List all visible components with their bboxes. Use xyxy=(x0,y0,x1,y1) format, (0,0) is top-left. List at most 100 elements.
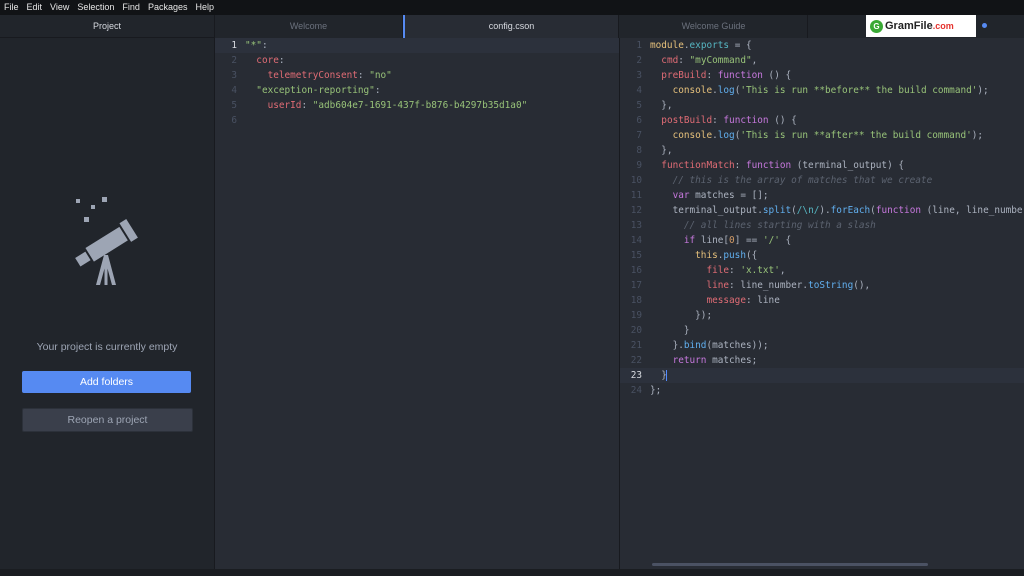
line-number: 8 xyxy=(636,145,642,156)
code-line: 4 console.log('This is run **before** th… xyxy=(620,83,1024,98)
text-cursor xyxy=(665,370,667,381)
code-text: message: line xyxy=(706,295,780,306)
line-number: 3 xyxy=(636,70,642,81)
project-panel-title[interactable]: Project xyxy=(0,15,214,38)
code-line: 4 "exception-reporting": xyxy=(215,83,619,98)
code-line: 3 preBuild: function () { xyxy=(620,68,1024,83)
menu-edit[interactable]: Edit xyxy=(23,0,47,15)
code-line: 13 // all lines starting with a slash xyxy=(620,218,1024,233)
code-line: 16 file: 'x.txt', xyxy=(620,263,1024,278)
code-text: file: 'x.txt', xyxy=(706,265,786,276)
code-line: 5 userId: "adb604e7-1691-437f-b876-b4297… xyxy=(215,98,619,113)
code-line: 11 var matches = []; xyxy=(620,188,1024,203)
code-line: 19 }); xyxy=(620,308,1024,323)
watermark-suffix: .com xyxy=(932,21,954,31)
code-text: console.log('This is run **after** the b… xyxy=(672,130,984,141)
code-line: 8 }, xyxy=(620,143,1024,158)
line-number: 4 xyxy=(636,85,642,96)
line-number: 3 xyxy=(231,70,237,81)
code-line: 3 telemetryConsent: "no" xyxy=(215,68,619,83)
line-number: 13 xyxy=(630,220,642,231)
code-text: } xyxy=(650,325,690,336)
code-text: }.bind(matches)); xyxy=(650,340,769,351)
script-editor[interactable]: 1 module.exports = { 2 cmd: "myCommand", … xyxy=(620,38,1024,569)
code-text: }, xyxy=(650,100,673,111)
line-number: 14 xyxy=(630,235,642,246)
menu-bar: File Edit View Selection Find Packages H… xyxy=(0,0,1024,15)
code-text: postBuild: function () { xyxy=(661,115,797,126)
code-text: }, xyxy=(650,145,673,156)
code-comment: // all lines starting with a slash xyxy=(650,220,876,231)
code-line: 1 module.exports = { xyxy=(620,38,1024,53)
code-text: this.push({ xyxy=(695,250,758,261)
code-text: module.exports = { xyxy=(650,40,752,51)
project-panel: Project Your project is currently empty … xyxy=(0,15,215,569)
code-text: line: line_number.toString(), xyxy=(706,280,871,291)
code-line: 7 console.log('This is run **after** the… xyxy=(620,128,1024,143)
line-number: 22 xyxy=(630,355,642,366)
line-number: 5 xyxy=(636,100,642,111)
code-line: 17 line: line_number.toString(), xyxy=(620,278,1024,293)
line-number: 5 xyxy=(231,100,237,111)
left-tab-bar: Welcome config.cson xyxy=(215,15,619,38)
reopen-project-button[interactable]: Reopen a project xyxy=(22,408,193,432)
code-text: if line[0] == '/' { xyxy=(683,235,792,246)
code-text: cmd: "myCommand", xyxy=(661,55,758,66)
line-number: 6 xyxy=(636,115,642,126)
config-editor[interactable]: 1 "*": 2 core: 3 telemetryConsent: "no" 4… xyxy=(215,38,620,569)
line-number: 19 xyxy=(630,310,642,321)
code-text: }; xyxy=(650,385,662,396)
line-number: 17 xyxy=(630,280,642,291)
menu-packages[interactable]: Packages xyxy=(144,0,192,15)
code-line: 6 postBuild: function () { xyxy=(620,113,1024,128)
code-text: preBuild: function () { xyxy=(661,70,792,81)
line-number: 24 xyxy=(630,385,642,396)
menu-help[interactable]: Help xyxy=(191,0,218,15)
line-number: 4 xyxy=(231,85,237,96)
code-line: 10 // this is the array of matches that … xyxy=(620,173,1024,188)
code-line: 2 core: xyxy=(215,53,619,68)
line-number: 16 xyxy=(630,265,642,276)
code-line: 20 } xyxy=(620,323,1024,338)
gramfile-logo-icon: G xyxy=(870,19,883,33)
add-folders-button[interactable]: Add folders xyxy=(22,371,191,393)
line-number: 12 xyxy=(630,205,642,216)
horizontal-scrollbar[interactable] xyxy=(652,563,928,566)
line-number: 10 xyxy=(630,175,642,186)
line-number: 6 xyxy=(231,115,237,126)
code-text: "*": xyxy=(245,40,268,51)
line-number: 23 xyxy=(630,370,642,381)
line-number: 7 xyxy=(636,130,642,141)
gramfile-logo: G GramFile .com xyxy=(866,15,976,37)
tab-welcome-guide[interactable]: Welcome Guide xyxy=(620,15,808,38)
menu-view[interactable]: View xyxy=(46,0,73,15)
code-text: }); xyxy=(650,310,713,321)
code-line: 23 } xyxy=(620,368,1024,383)
code-text: functionMatch: function (terminal_output… xyxy=(661,160,905,171)
line-number: 18 xyxy=(630,295,642,306)
code-line: 24}; xyxy=(620,383,1024,398)
tab-welcome[interactable]: Welcome xyxy=(215,15,403,38)
tab-config-cson[interactable]: config.cson xyxy=(403,15,619,38)
code-line: 15 this.push({ xyxy=(620,248,1024,263)
code-line: 5 }, xyxy=(620,98,1024,113)
line-number: 2 xyxy=(636,55,642,66)
code-text: var matches = []; xyxy=(672,190,769,201)
line-number: 11 xyxy=(630,190,642,201)
menu-selection[interactable]: Selection xyxy=(73,0,118,15)
code-line: 22 return matches; xyxy=(620,353,1024,368)
code-line: 14 if line[0] == '/' { xyxy=(620,233,1024,248)
code-text: } xyxy=(650,370,667,381)
menu-file[interactable]: File xyxy=(0,0,23,15)
line-number: 2 xyxy=(231,55,237,66)
code-line: 2 cmd: "myCommand", xyxy=(620,53,1024,68)
code-line: 21 }.bind(matches)); xyxy=(620,338,1024,353)
code-line: 18 message: line xyxy=(620,293,1024,308)
line-number: 15 xyxy=(630,250,642,261)
code-line: 9 functionMatch: function (terminal_outp… xyxy=(620,158,1024,173)
code-line: 12 terminal_output.split(/\n/).forEach(f… xyxy=(620,203,1024,218)
menu-find[interactable]: Find xyxy=(118,0,144,15)
code-comment: // this is the array of matches that we … xyxy=(650,175,933,186)
code-text: console.log('This is run **before** the … xyxy=(672,85,989,96)
modified-indicator xyxy=(982,23,987,28)
